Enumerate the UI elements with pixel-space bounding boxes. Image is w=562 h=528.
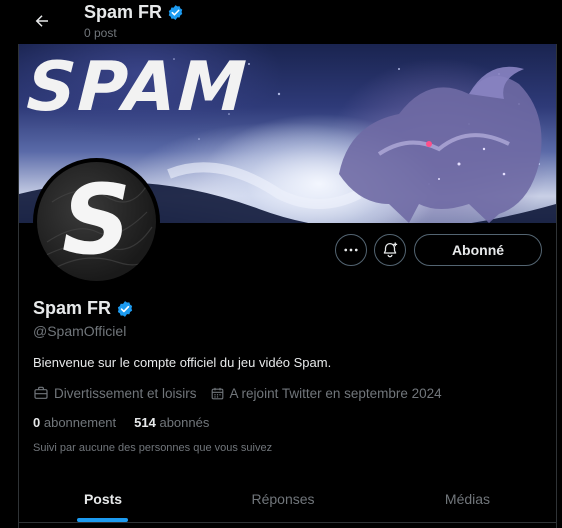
profile-name: Spam FR xyxy=(33,298,112,318)
profile-avatar[interactable]: S xyxy=(33,158,160,285)
column-border-right xyxy=(556,44,557,528)
profile-tabs: Posts Réponses Médias xyxy=(19,475,556,523)
calendar-icon xyxy=(211,387,223,399)
bell-plus-icon xyxy=(383,242,398,258)
briefcase-icon xyxy=(34,386,48,399)
notifications-button[interactable] xyxy=(374,234,406,266)
header-title: Spam FR xyxy=(84,2,163,22)
more-horizontal-icon xyxy=(344,248,358,252)
more-options-button[interactable] xyxy=(335,234,367,266)
tab-media[interactable]: Médias xyxy=(379,475,556,522)
tab-replies-label: Réponses xyxy=(251,490,315,507)
follow-stats: 0 abonnement 514 abonnés xyxy=(33,415,209,430)
profile-category-label: Divertissement et loisirs xyxy=(54,385,197,401)
profile-join-date: A rejoint Twitter en septembre 2024 xyxy=(210,386,442,401)
avatar-image: S xyxy=(37,162,156,281)
banner-creature-art xyxy=(339,66,542,223)
following-count-link[interactable]: 0 abonnement xyxy=(33,415,116,430)
active-tab-indicator xyxy=(77,518,128,522)
header-post-count: 0 post xyxy=(84,26,117,40)
verified-badge-icon[interactable] xyxy=(116,300,134,318)
tab-posts[interactable]: Posts xyxy=(19,475,187,522)
profile-bio: Bienvenue sur le compte officiel du jeu … xyxy=(33,355,332,370)
verified-badge-icon xyxy=(168,5,183,20)
profile-name-row: Spam FR xyxy=(33,298,134,319)
profile-meta: Divertissement et loisirs A rejoint Twit… xyxy=(33,385,455,401)
profile-join-date-label: A rejoint Twitter en septembre 2024 xyxy=(229,385,442,401)
following-count: 0 xyxy=(33,415,41,430)
tab-posts-label: Posts xyxy=(83,490,123,507)
profile-category: Divertissement et loisirs xyxy=(33,385,197,401)
following-button[interactable]: Abonné xyxy=(414,234,542,266)
followers-count: 514 xyxy=(134,415,156,430)
back-button[interactable] xyxy=(26,6,58,36)
following-label: abonnement xyxy=(43,415,117,430)
followers-count-link[interactable]: 514 abonnés xyxy=(134,415,209,430)
tab-media-label: Médias xyxy=(444,490,491,507)
profile-header-bar: Spam FR 0 post xyxy=(0,0,562,44)
header-title-row: Spam FR xyxy=(84,2,184,23)
followed-by-text: Suivi par aucune des personnes que vous … xyxy=(33,442,273,454)
banner-logo-text: SPAM xyxy=(24,48,250,127)
avatar-logo-letter: S xyxy=(61,163,132,276)
followers-label: abonnés xyxy=(159,415,210,430)
tab-replies[interactable]: Réponses xyxy=(187,475,379,522)
arrow-left-icon xyxy=(35,15,48,27)
profile-handle: @SpamOfficiel xyxy=(33,323,127,339)
profile-page: Spam FR 0 post SPAM S Abonné Spam FR @Sp… xyxy=(0,0,562,528)
